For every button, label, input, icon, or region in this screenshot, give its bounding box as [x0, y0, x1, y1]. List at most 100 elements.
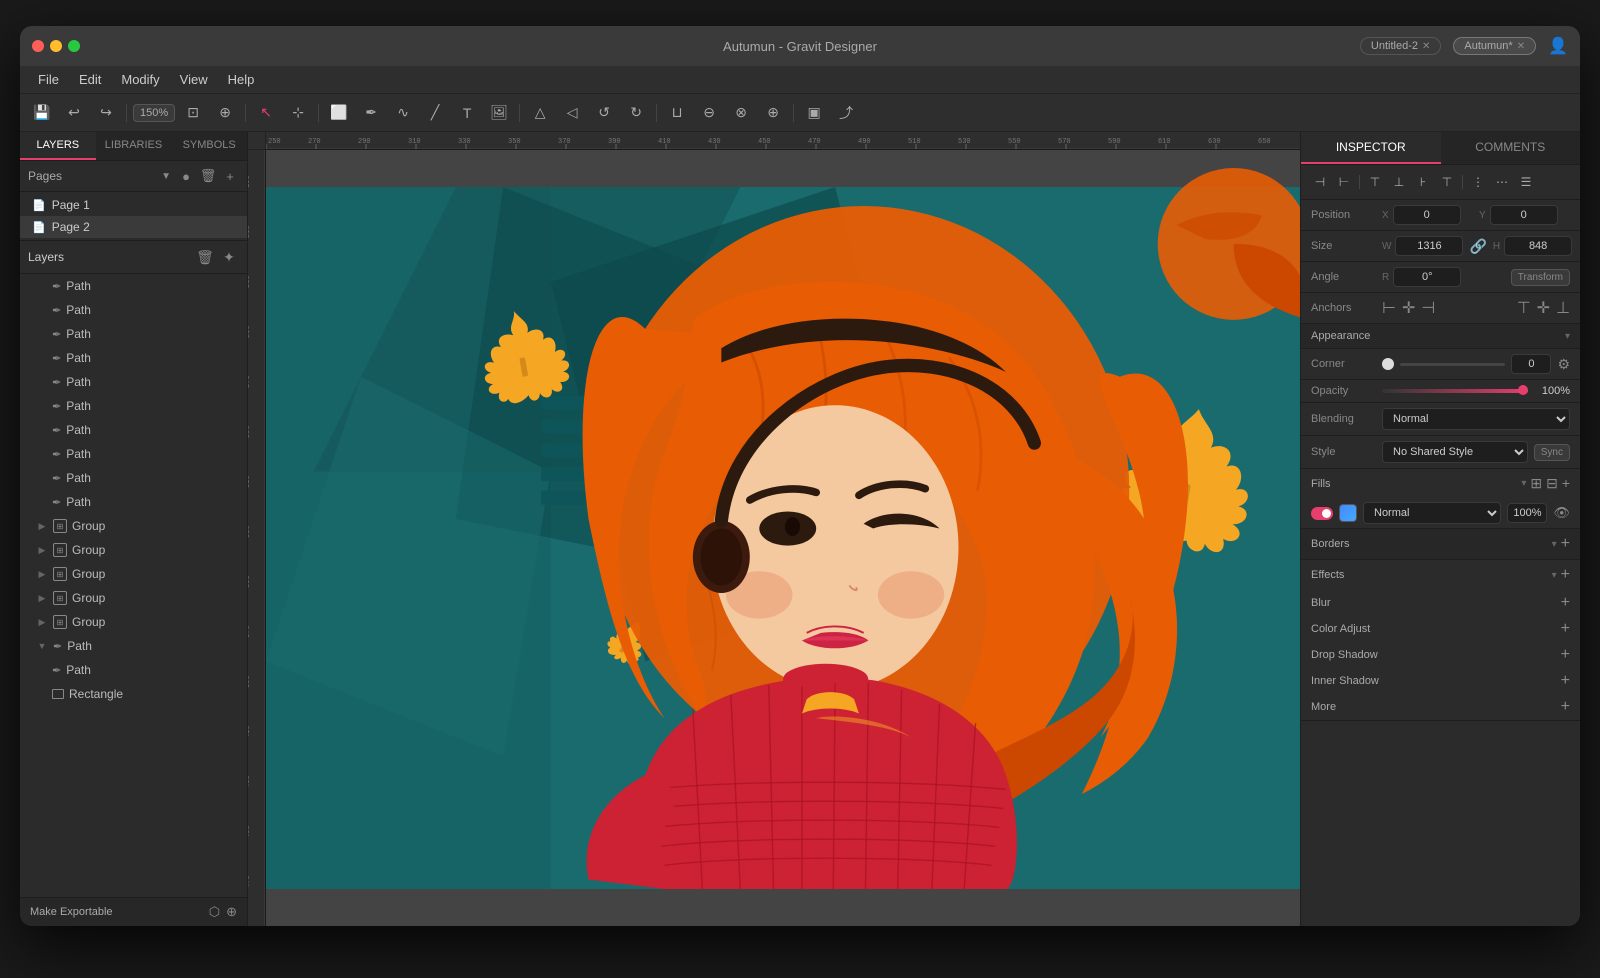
layer-path-10[interactable]: ✒ Path	[20, 490, 247, 514]
fill-opacity-input[interactable]	[1507, 503, 1547, 523]
align-center-h-btn[interactable]: ⊢	[1333, 171, 1355, 193]
tab-autumun[interactable]: Autumun* ✕	[1453, 37, 1536, 55]
anchor-right-btn[interactable]: ⊣	[1421, 298, 1435, 318]
expand-icon-1[interactable]: ▶	[36, 520, 48, 532]
page-delete-btn[interactable]: 🗑	[199, 167, 217, 185]
align-left-edge-btn[interactable]: ⊣	[1309, 171, 1331, 193]
corner-value-input[interactable]	[1511, 354, 1551, 374]
anchor-top-btn[interactable]: ⊤	[1517, 298, 1531, 318]
tab-layers[interactable]: LAYERS	[20, 132, 96, 160]
zoom-level[interactable]: 150%	[133, 104, 175, 122]
rotate-cw-btn[interactable]: ↻	[622, 100, 650, 126]
menu-modify[interactable]: Modify	[113, 69, 167, 90]
page-item-2[interactable]: 📄 Page 2	[20, 216, 247, 238]
intersect-btn[interactable]: ⊗	[727, 100, 755, 126]
expand-icon-4[interactable]: ▶	[36, 592, 48, 604]
menu-file[interactable]: File	[30, 69, 67, 90]
layer-path-8[interactable]: ✒ Path	[20, 442, 247, 466]
export-btn[interactable]: ⤴	[832, 100, 860, 126]
style-select[interactable]: No Shared Style	[1382, 441, 1528, 463]
tab-untitled2[interactable]: Untitled-2 ✕	[1360, 37, 1441, 55]
maximize-button[interactable]	[68, 40, 80, 52]
page-item-1[interactable]: 📄 Page 1	[20, 194, 247, 216]
align-bottom-btn[interactable]: ⊦	[1412, 171, 1434, 193]
anchor-left-btn[interactable]: ⊢	[1382, 298, 1396, 318]
layer-rectangle[interactable]: Rectangle	[20, 682, 247, 706]
anchor-bottom-btn[interactable]: ⊥	[1556, 298, 1570, 318]
export-resize-icon[interactable]: ⬡	[209, 904, 220, 920]
subtract-btn[interactable]: ⊖	[695, 100, 723, 126]
align-top-btn[interactable]: ⊤	[1364, 171, 1386, 193]
align-middle-btn[interactable]: ⊥	[1388, 171, 1410, 193]
effects-chevron[interactable]: ▾	[1552, 570, 1557, 581]
size-w-input[interactable]	[1395, 236, 1463, 256]
node-tool-btn[interactable]: ⊹	[284, 100, 312, 126]
borders-add-btn[interactable]: +	[1561, 535, 1570, 553]
blur-add-btn[interactable]: +	[1561, 594, 1570, 612]
layer-group-1[interactable]: ▶ ⊞ Group	[20, 514, 247, 538]
layer-path-5[interactable]: ✒ Path	[20, 370, 247, 394]
anchor-vmiddle-btn[interactable]: ✛	[1537, 298, 1550, 318]
expand-icon-3[interactable]: ▶	[36, 568, 48, 580]
tab-libraries[interactable]: LIBRARIES	[96, 132, 172, 160]
layer-path-1[interactable]: ✒ Path	[20, 274, 247, 298]
menu-edit[interactable]: Edit	[71, 69, 109, 90]
expand-icon-2[interactable]: ▶	[36, 544, 48, 556]
rotate-ccw-btn[interactable]: ↺	[590, 100, 618, 126]
tab-comments[interactable]: COMMENTS	[1441, 132, 1581, 164]
drop-shadow-add-btn[interactable]: +	[1561, 646, 1570, 664]
fill-mode-select[interactable]: Normal Multiply	[1363, 502, 1501, 524]
export-add-icon[interactable]: ⊕	[226, 904, 237, 920]
borders-chevron[interactable]: ▾	[1552, 539, 1557, 550]
corner-settings-btn[interactable]: ⚙	[1557, 356, 1570, 373]
menu-view[interactable]: View	[172, 69, 216, 90]
triangle-btn[interactable]: △	[526, 100, 554, 126]
page-visibility-btn[interactable]: ●	[177, 167, 195, 185]
fills-paste-btn[interactable]: ⊟	[1546, 475, 1558, 492]
tab-inspector[interactable]: INSPECTOR	[1301, 132, 1441, 164]
arrow-left-btn[interactable]: ◁	[558, 100, 586, 126]
pages-chevron[interactable]: ▼	[161, 171, 171, 182]
layer-group-5[interactable]: ▶ ⊞ Group	[20, 610, 247, 634]
fills-copy-btn[interactable]: ⊞	[1530, 475, 1542, 492]
fills-chevron[interactable]: ▾	[1521, 478, 1526, 489]
menu-help[interactable]: Help	[220, 69, 263, 90]
layer-path-4[interactable]: ✒ Path	[20, 346, 247, 370]
layer-path-6[interactable]: ✒ Path	[20, 394, 247, 418]
fills-add-btn[interactable]: +	[1562, 475, 1570, 492]
zoom-fit-btn[interactable]: ⊡	[179, 100, 207, 126]
inner-shadow-add-btn[interactable]: +	[1561, 672, 1570, 690]
expand-icon-6[interactable]: ▼	[36, 640, 48, 652]
transform-btn[interactable]: Transform	[1511, 269, 1570, 286]
layer-group-2[interactable]: ▶ ⊞ Group	[20, 538, 247, 562]
page-add-btn[interactable]: +	[221, 167, 239, 185]
effects-add-btn[interactable]: +	[1561, 566, 1570, 584]
save-btn[interactable]: 💾	[28, 100, 56, 126]
rect-tool-btn[interactable]: ⬜	[325, 100, 353, 126]
anchor-center-btn[interactable]: ✛	[1402, 298, 1415, 318]
line-tool-btn[interactable]: ╱	[421, 100, 449, 126]
appearance-chevron[interactable]: ▾	[1565, 331, 1570, 342]
blending-select[interactable]: Normal Multiply Screen Overlay	[1382, 408, 1570, 430]
layer-path-sub[interactable]: ✒ Path	[20, 658, 247, 682]
select-tool-btn[interactable]: ↖	[252, 100, 280, 126]
mask-btn[interactable]: ▣	[800, 100, 828, 126]
minimize-button[interactable]	[50, 40, 62, 52]
canvas-area[interactable]: 250 270 290 310 330 350 370	[248, 132, 1300, 926]
layer-group-4[interactable]: ▶ ⊞ Group	[20, 586, 247, 610]
corner-slider[interactable]	[1400, 363, 1505, 366]
fill-toggle[interactable]	[1311, 507, 1333, 520]
layer-path-9[interactable]: ✒ Path	[20, 466, 247, 490]
union-btn[interactable]: ⊔	[663, 100, 691, 126]
position-x-input[interactable]	[1393, 205, 1461, 225]
distribute-h-btn[interactable]: ⋮	[1467, 171, 1489, 193]
exclude-btn[interactable]: ⊕	[759, 100, 787, 126]
color-adjust-add-btn[interactable]: +	[1561, 620, 1570, 638]
size-link-btn[interactable]: 🔗	[1469, 238, 1486, 255]
more-add-btn[interactable]: +	[1561, 698, 1570, 716]
opacity-slider[interactable]	[1382, 389, 1528, 393]
tab-close-icon[interactable]: ✕	[1422, 41, 1430, 52]
bezier-tool-btn[interactable]: ∿	[389, 100, 417, 126]
expand-icon-5[interactable]: ▶	[36, 616, 48, 628]
tab-symbols[interactable]: SYMBOLS	[171, 132, 247, 160]
